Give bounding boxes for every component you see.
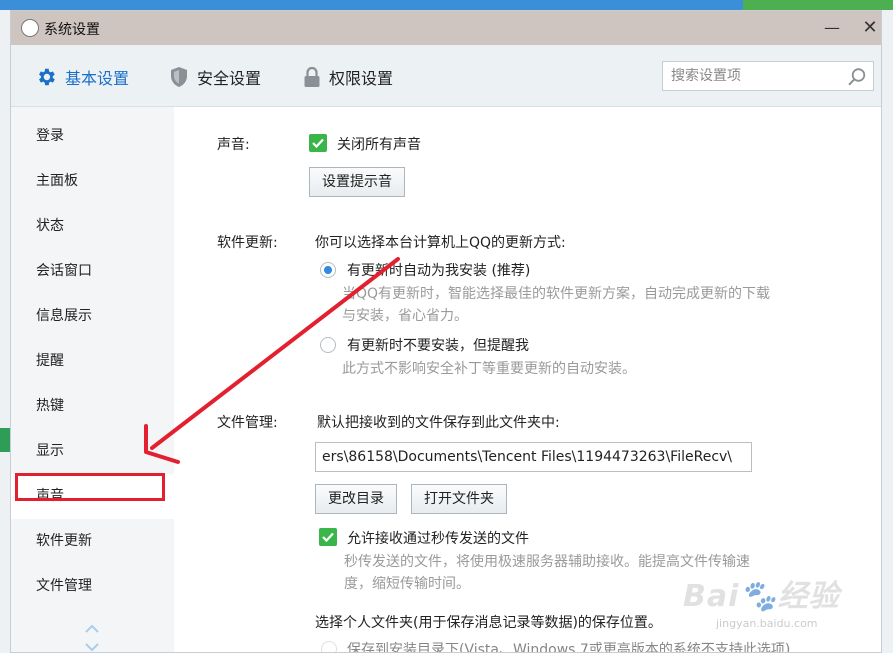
lock-icon — [303, 66, 321, 88]
update-auto-label: 有更新时自动为我安装 (推荐) — [347, 263, 531, 279]
save-to-install-dir-label: 保存到安装目录下(Vista、Windows 7或更高版本的系统不支持此选项) — [347, 642, 791, 653]
sound-section-label: 声音: — [217, 137, 250, 153]
personal-folder-intro: 选择个人文件夹(用于保存消息记录等数据)的保存位置。 — [315, 615, 662, 631]
shield-icon — [169, 66, 189, 88]
tab-basic-settings-label: 基本设置 — [65, 69, 130, 88]
mute-all-label: 关闭所有声音 — [337, 137, 421, 153]
sidebar-item-software-update[interactable]: 软件更新 — [11, 519, 174, 564]
update-section-label: 软件更新: — [217, 235, 278, 251]
background-app-left-edge — [0, 10, 10, 653]
save-to-install-dir-radio[interactable] — [321, 641, 337, 652]
sidebar-scroll-arrows[interactable] — [83, 621, 101, 652]
sidebar-item-main-panel[interactable]: 主面板 — [11, 159, 174, 204]
update-auto-desc-line2: 与安装，省心省力。 — [342, 308, 468, 324]
tab-permission-settings[interactable]: 权限设置 — [303, 63, 393, 91]
allow-flash-transfer-checkbox[interactable] — [319, 528, 337, 546]
background-app-green-button — [743, 0, 893, 10]
change-directory-button[interactable]: 更改目录 — [315, 484, 397, 514]
sidebar-item-info-display[interactable]: 信息展示 — [11, 294, 174, 339]
sidebar-item-status[interactable]: 状态 — [11, 204, 174, 249]
allow-flash-transfer-label: 允许接收通过秒传发送的文件 — [347, 531, 529, 547]
search-icon[interactable] — [847, 67, 867, 91]
search-input[interactable] — [663, 62, 843, 90]
qq-logo-icon — [21, 19, 39, 37]
set-notification-tone-button[interactable]: 设置提示音 — [309, 167, 405, 197]
flash-transfer-desc-line2: 度，缩短传输时间。 — [344, 576, 470, 592]
update-auto-radio[interactable] — [320, 262, 336, 278]
settings-tab-bar: 基本设置 安全设置 权限设置 — [11, 45, 881, 107]
tab-security-settings[interactable]: 安全设置 — [169, 63, 261, 91]
window-title: 系统设置 — [44, 22, 100, 38]
update-notify-radio[interactable] — [320, 337, 336, 353]
settings-window: 系统设置 — ✕ 基本设置 安全设置 权限设置 搜索设置项 登录 主面板 状态 … — [10, 10, 882, 653]
title-bar[interactable]: 系统设置 — ✕ — [11, 11, 881, 45]
open-folder-button[interactable]: 打开文件夹 — [411, 484, 507, 514]
background-green-strip — [0, 428, 10, 452]
background-app-right-edge — [882, 10, 893, 653]
file-save-intro: 默认把接收到的文件保存到此文件夹中: — [317, 415, 560, 431]
update-intro: 你可以选择本台计算机上QQ的更新方式: — [315, 235, 566, 251]
sidebar-item-hotkeys[interactable]: 热键 — [11, 384, 174, 429]
baidu-jingyan-watermark: Bai🐾经验 — [683, 579, 840, 614]
baidu-jingyan-watermark-url: jingyan.baidu.com — [716, 617, 818, 630]
file-section-label: 文件管理: — [217, 415, 278, 431]
file-save-path-field[interactable]: ers\86158\Documents\Tencent Files\119447… — [315, 442, 752, 472]
sidebar-item-file-management[interactable]: 文件管理 — [11, 564, 174, 609]
tab-permission-settings-label: 权限设置 — [329, 69, 394, 88]
sidebar-item-login[interactable]: 登录 — [11, 114, 174, 159]
update-notify-desc: 此方式不影响安全补丁等重要更新的自动安装。 — [342, 361, 636, 377]
tab-security-settings-label: 安全设置 — [197, 69, 262, 88]
close-button[interactable]: ✕ — [859, 17, 881, 39]
sidebar-item-display[interactable]: 显示 — [11, 429, 174, 474]
sidebar-item-sound[interactable]: 声音 — [11, 474, 174, 519]
update-notify-label: 有更新时不要安装，但提醒我 — [347, 338, 529, 354]
tab-basic-settings[interactable]: 基本设置 — [35, 63, 129, 91]
flash-transfer-desc-line1: 秒传发送的文件，将使用极速服务器辅助接收。能提高文件传输速 — [344, 554, 750, 570]
sidebar-item-chat-window[interactable]: 会话窗口 — [11, 249, 174, 294]
update-auto-desc-line1: 当QQ有更新时，智能选择最佳的软件更新方案，自动完成更新的下载 — [342, 286, 771, 302]
mute-all-checkbox[interactable] — [309, 134, 327, 152]
sidebar-item-reminder[interactable]: 提醒 — [11, 339, 174, 384]
search-box — [662, 61, 874, 91]
gear-icon — [35, 66, 57, 88]
minimize-button[interactable]: — — [821, 17, 843, 39]
settings-sidebar: 登录 主面板 状态 会话窗口 信息展示 提醒 热键 显示 声音 软件更新 文件管… — [11, 107, 174, 652]
